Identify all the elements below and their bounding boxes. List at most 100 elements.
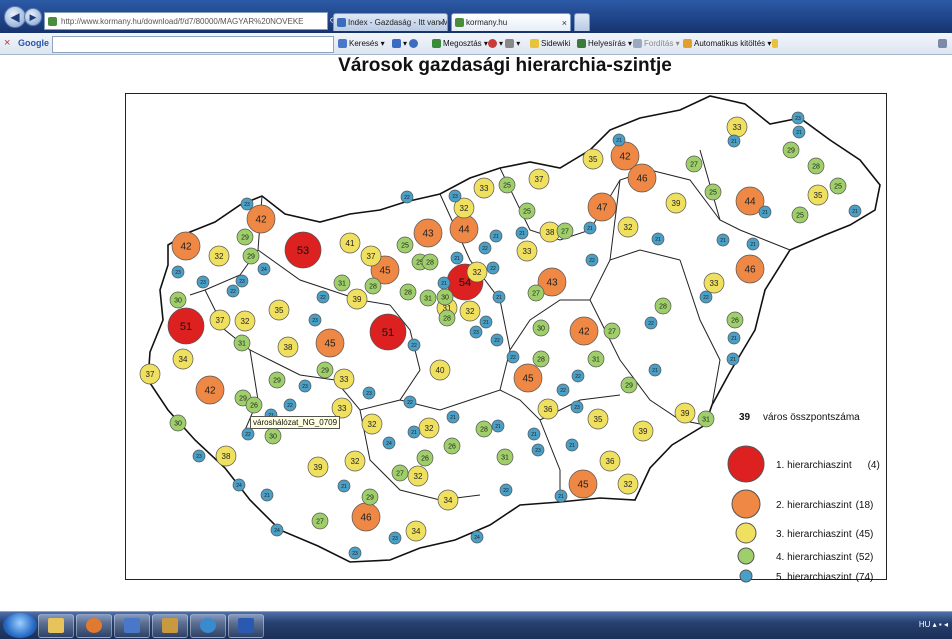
city-marker: 35 — [582, 148, 604, 170]
city-marker: 23 — [469, 325, 483, 339]
taskbar-ie-button[interactable] — [190, 614, 226, 638]
city-marker: 32 — [407, 465, 429, 487]
city-score-label: 29 — [247, 253, 255, 260]
city-marker: 32 — [617, 473, 639, 495]
city-score-label: 31 — [338, 280, 346, 287]
city-score-label: 21 — [720, 238, 726, 244]
city-score-label: 32 — [466, 307, 475, 316]
city-score-label: 43 — [546, 278, 558, 289]
taskbar-media-button[interactable] — [76, 614, 112, 638]
city-marker: 22 — [585, 253, 599, 267]
city-score-label: 21 — [411, 430, 417, 436]
city-score-label: 46 — [360, 513, 372, 524]
city-marker: 30 — [169, 414, 187, 432]
city-score-label: 29 — [241, 234, 249, 241]
city-score-label: 30 — [537, 325, 545, 332]
city-marker: 21 — [726, 352, 740, 366]
city-marker: 33 — [473, 177, 495, 199]
city-marker: 26 — [726, 311, 744, 329]
city-marker: 21 — [479, 315, 493, 329]
city-score-label: 22 — [575, 374, 581, 380]
city-score-label: 32 — [624, 480, 633, 489]
city-marker: 33 — [703, 272, 725, 294]
city-score-label: 32 — [368, 420, 377, 429]
city-score-label: 29 — [366, 494, 374, 501]
city-score-label: 27 — [561, 228, 569, 235]
city-marker: 28 — [532, 350, 550, 368]
city-marker: 29 — [236, 228, 254, 246]
city-marker: 22 — [499, 483, 513, 497]
start-button[interactable] — [3, 613, 37, 638]
city-marker: 46 — [735, 254, 765, 284]
city-marker: 21 — [758, 205, 772, 219]
city-marker: 33 — [331, 397, 353, 419]
city-marker: 25 — [396, 236, 414, 254]
city-score-label: 51 — [382, 327, 394, 339]
legend-swatch-2 — [731, 489, 761, 519]
city-score-label: 45 — [577, 480, 589, 491]
city-score-label: 21 — [441, 281, 447, 287]
city-marker: 28 — [364, 277, 382, 295]
city-marker: 27 — [603, 322, 621, 340]
city-score-label: 23 — [200, 280, 206, 286]
taskbar-tc-button[interactable] — [114, 614, 150, 638]
city-marker: 22 — [403, 395, 417, 409]
city-score-label: 33 — [523, 247, 532, 256]
city-score-label: 22 — [648, 321, 654, 327]
city-marker: 42 — [171, 231, 201, 261]
city-marker: 22 — [486, 261, 500, 275]
city-score-label: 22 — [287, 403, 293, 409]
city-marker: 24 — [382, 436, 396, 450]
city-score-label: 21 — [454, 256, 460, 262]
city-score-label: 25 — [709, 189, 717, 196]
city-score-label: 31 — [501, 454, 509, 461]
city-marker: 45 — [568, 469, 598, 499]
city-score-label: 32 — [624, 223, 633, 232]
city-marker: 38 — [215, 445, 237, 467]
city-score-label: 35 — [594, 415, 603, 424]
city-marker: 21 — [583, 221, 597, 235]
map-legend: 39 város összpontszáma 1. hierarchiaszin… — [727, 412, 880, 583]
city-score-label: 42 — [180, 242, 192, 253]
legend-label-5: 5. hierarchiaszint (74) — [776, 572, 873, 583]
city-marker: 35 — [268, 299, 290, 321]
city-score-label: 29 — [239, 395, 247, 402]
city-score-label: 23 — [196, 454, 202, 460]
city-marker: 51 — [167, 307, 205, 345]
city-marker: 29 — [316, 361, 334, 379]
legend-label-4: 4. hierarchiaszint (52) — [776, 552, 873, 563]
city-score-label: 31 — [592, 356, 600, 363]
city-marker: 21 — [554, 489, 568, 503]
city-marker: 26 — [245, 396, 263, 414]
city-score-label: 30 — [174, 297, 182, 304]
city-score-label: 22 — [407, 400, 413, 406]
city-score-label: 23 — [535, 448, 541, 454]
city-marker: 31 — [233, 334, 251, 352]
city-score-label: 31 — [424, 295, 432, 302]
city-score-label: 23 — [312, 318, 318, 324]
city-score-label: 21 — [264, 493, 270, 499]
taskbar-archive-button[interactable] — [152, 614, 188, 638]
city-marker: 44 — [449, 214, 479, 244]
city-score-label: 21 — [731, 139, 737, 145]
taskbar-explorer-button[interactable] — [38, 614, 74, 638]
city-marker: 42 — [246, 204, 276, 234]
system-tray[interactable]: HU ▴ ▪ ◂ — [919, 620, 948, 629]
city-score-label: 22 — [560, 388, 566, 394]
city-score-label: 21 — [730, 357, 736, 363]
city-score-label: 21 — [519, 231, 525, 237]
city-marker: 22 — [283, 398, 297, 412]
city-score-label: 23 — [452, 194, 458, 200]
city-marker: 24 — [270, 523, 284, 537]
city-score-label: 40 — [436, 366, 445, 375]
archive-icon — [162, 618, 178, 633]
taskbar-word-button[interactable] — [228, 614, 264, 638]
city-score-label: 37 — [216, 316, 225, 325]
city-marker: 30 — [264, 427, 282, 445]
city-marker: 40 — [429, 359, 451, 381]
city-marker: 37 — [360, 245, 382, 267]
city-score-label: 37 — [535, 175, 544, 184]
city-score-label: 28 — [443, 315, 451, 322]
city-score-label: 32 — [414, 472, 423, 481]
city-marker: 37 — [528, 168, 550, 190]
